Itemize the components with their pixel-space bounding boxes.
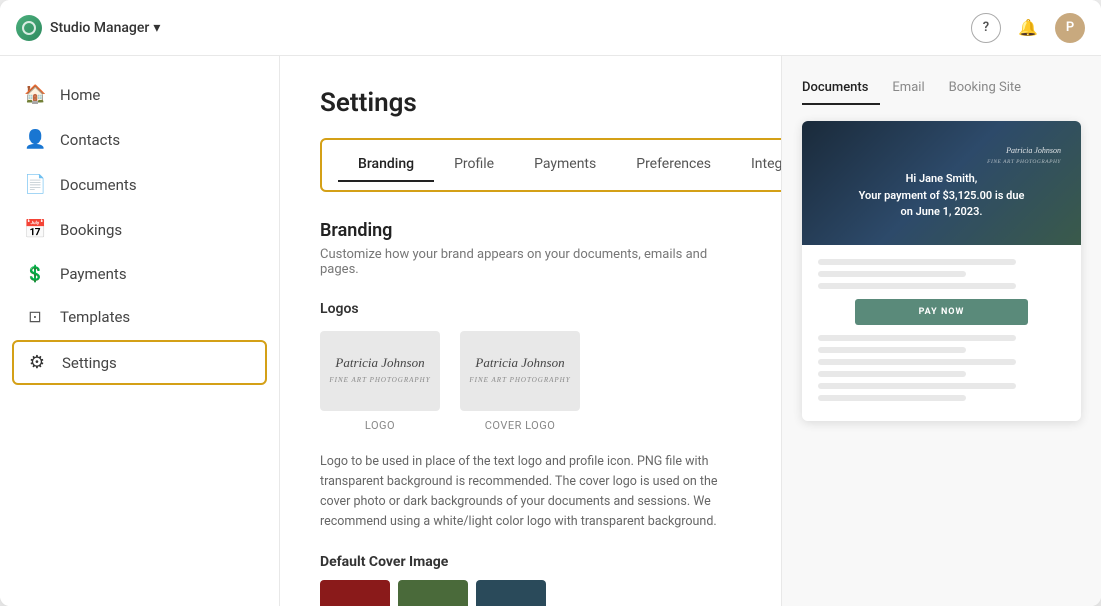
preview-panel: Documents Email Booking Site Patricia Jo…: [781, 56, 1101, 606]
sidebar-item-payments[interactable]: 💲 Payments: [0, 252, 279, 295]
sidebar-item-label: Contacts: [60, 131, 120, 149]
sidebar-item-label: Bookings: [60, 221, 122, 239]
sidebar-item-label: Templates: [60, 308, 130, 326]
payments-icon: 💲: [24, 264, 46, 283]
cover-logo-image: Patricia Johnson FINE ART PHOTOGRAPHY: [469, 355, 570, 386]
email-body: PAY NOW: [802, 245, 1081, 421]
email-line-5: [818, 347, 966, 353]
tab-payments[interactable]: Payments: [514, 148, 616, 182]
preview-tab-email[interactable]: Email: [880, 76, 936, 105]
chevron-down-icon: ▾: [153, 20, 160, 36]
logo-description: Logo to be used in place of the text log…: [320, 452, 740, 532]
sidebar-item-label: Payments: [60, 265, 127, 283]
app-logo: [16, 15, 42, 41]
sidebar-item-contacts[interactable]: 👤 Contacts: [0, 117, 279, 162]
email-preview: Patricia Johnson FINE ART PHOTOGRAPHY Hi…: [802, 121, 1081, 421]
cover-logo-box: Patricia Johnson FINE ART PHOTOGRAPHY CO…: [460, 331, 580, 432]
section-description: Customize how your brand appears on your…: [320, 247, 741, 277]
email-line-1: [818, 259, 1016, 265]
app-name-label[interactable]: Studio Manager ▾: [50, 20, 160, 36]
logos-row: Patricia Johnson FINE ART PHOTOGRAPHY LO…: [320, 331, 741, 432]
email-line-4: [818, 335, 1016, 341]
sidebar-item-label: Documents: [60, 176, 137, 194]
sidebar-item-documents[interactable]: 📄 Documents: [0, 162, 279, 207]
pay-now-button[interactable]: PAY NOW: [855, 299, 1028, 325]
logo-image: Patricia Johnson FINE ART PHOTOGRAPHY: [329, 355, 430, 386]
logo-box: Patricia Johnson FINE ART PHOTOGRAPHY LO…: [320, 331, 440, 432]
email-lines-group: [818, 335, 1065, 401]
avatar[interactable]: P: [1055, 13, 1085, 43]
cover-logo-caption: COVER LOGO: [485, 419, 556, 432]
app-logo-inner: [22, 21, 36, 35]
cover-swatch-1[interactable]: [320, 580, 390, 606]
default-cover-title: Default Cover Image: [320, 554, 741, 570]
logo-caption: LOGO: [365, 419, 395, 432]
help-icon[interactable]: ?: [971, 13, 1001, 43]
templates-icon: ⊡: [24, 307, 46, 326]
home-icon: 🏠: [24, 84, 46, 105]
bell-icon[interactable]: 🔔: [1013, 13, 1043, 43]
bookings-icon: 📅: [24, 219, 46, 240]
documents-icon: 📄: [24, 174, 46, 195]
email-line-6: [818, 359, 1016, 365]
sidebar: 🏠 Home 👤 Contacts 📄 Documents 📅 Bookings…: [0, 56, 280, 606]
sidebar-item-home[interactable]: 🏠 Home: [0, 72, 279, 117]
sidebar-item-settings[interactable]: ⚙ Settings: [12, 340, 267, 385]
sidebar-item-bookings[interactable]: 📅 Bookings: [0, 207, 279, 252]
app-name-text: Studio Manager: [50, 20, 149, 36]
email-line-9: [818, 395, 966, 401]
settings-tabs: Branding Profile Payments Preferences In…: [320, 138, 781, 192]
settings-icon: ⚙: [26, 352, 48, 373]
sidebar-item-label: Home: [60, 86, 100, 104]
tab-preferences[interactable]: Preferences: [616, 148, 731, 182]
logos-label: Logos: [320, 301, 741, 317]
email-logo: Patricia Johnson FINE ART PHOTOGRAPHY: [822, 145, 1061, 165]
preview-tab-booking-site[interactable]: Booking Site: [937, 76, 1033, 105]
email-line-8: [818, 383, 1016, 389]
logo-placeholder[interactable]: Patricia Johnson FINE ART PHOTOGRAPHY: [320, 331, 440, 411]
top-bar: Studio Manager ▾ ? 🔔 P: [0, 0, 1101, 56]
tab-branding[interactable]: Branding: [338, 148, 434, 182]
sidebar-item-label: Settings: [62, 354, 117, 372]
email-line-2: [818, 271, 966, 277]
preview-tabs: Documents Email Booking Site: [802, 76, 1081, 105]
sidebar-item-templates[interactable]: ⊡ Templates: [0, 295, 279, 338]
top-bar-icons: ? 🔔 P: [971, 13, 1085, 43]
page-title: Settings: [320, 88, 741, 118]
section-title-branding: Branding: [320, 220, 741, 241]
content-area: Settings Branding Profile Payments Prefe…: [280, 56, 1101, 606]
settings-content: Settings Branding Profile Payments Prefe…: [280, 56, 781, 606]
app-window: Studio Manager ▾ ? 🔔 P 🏠 Home 👤 Contacts…: [0, 0, 1101, 606]
cover-swatch-3[interactable]: [476, 580, 546, 606]
email-header: Patricia Johnson FINE ART PHOTOGRAPHY Hi…: [802, 121, 1081, 245]
cover-logo-placeholder[interactable]: Patricia Johnson FINE ART PHOTOGRAPHY: [460, 331, 580, 411]
cover-swatch-2[interactable]: [398, 580, 468, 606]
main-layout: 🏠 Home 👤 Contacts 📄 Documents 📅 Bookings…: [0, 56, 1101, 606]
email-line-3: [818, 283, 1016, 289]
tab-integrations[interactable]: Integrations: [731, 148, 781, 182]
tab-profile[interactable]: Profile: [434, 148, 514, 182]
preview-tab-documents[interactable]: Documents: [802, 76, 880, 105]
email-line-7: [818, 371, 966, 377]
contacts-icon: 👤: [24, 129, 46, 150]
email-greeting-text: Hi Jane Smith,Your payment of $3,125.00 …: [822, 171, 1061, 221]
